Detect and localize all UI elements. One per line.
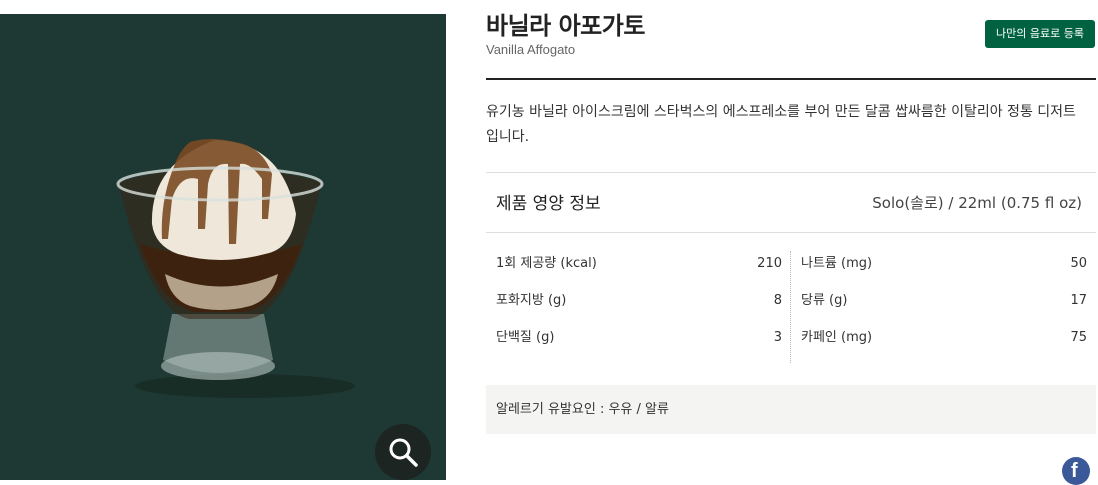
nutrition-label: 포화지방 (g) [496,293,567,308]
nutrition-value: 210 [757,256,782,271]
product-description: 유기농 바닐라 아이스크림에 스타벅스의 에스프레소를 부어 만든 달콤 쌉싸름… [486,104,1076,145]
product-title: 바닐라 아포가토 [486,12,645,40]
nutrition-label: 당류 (g) [801,293,848,308]
title-divider [486,78,1096,80]
nutrition-label: 나트륨 (mg) [801,256,873,271]
nutrition-row-sodium: 나트륨 (mg) 50 [801,245,1097,282]
nutrition-row-saturated-fat: 포화지방 (g) 8 [496,282,792,319]
nutrition-value: 75 [1070,330,1087,345]
nutrition-row-sugars: 당류 (g) 17 [801,282,1097,319]
product-image [0,14,446,480]
nutrition-label: 단백질 (g) [496,330,555,345]
nutrition-label: 1회 제공량 (kcal) [496,256,597,271]
nutrition-column-left: 1회 제공량 (kcal) 210 포화지방 (g) 8 단백질 (g) 3 [496,245,792,356]
nutrition-row-protein: 단백질 (g) 3 [496,319,792,356]
nutrition-row-caffeine: 카페인 (mg) 75 [801,319,1097,356]
nutrition-value: 50 [1070,256,1087,271]
allergy-info: 알레르기 유발요인 : 우유 / 알류 [486,385,1096,434]
serving-size: Solo(솔로) / 22ml (0.75 fl oz) [872,194,1082,212]
nutrition-label: 카페인 (mg) [801,330,873,345]
magnifier-icon [389,438,418,467]
allergy-text: 알레르기 유발요인 : 우유 / 알류 [496,402,669,417]
zoom-button[interactable] [375,424,431,480]
facebook-share-icon[interactable]: f [1062,457,1090,485]
nutrition-heading: 제품 영양 정보 [496,194,601,214]
affogato-icon [116,139,355,398]
description-divider [486,172,1096,173]
nutrition-value: 17 [1070,293,1087,308]
nutrition-table: 1회 제공량 (kcal) 210 포화지방 (g) 8 단백질 (g) 3 나… [486,245,1096,363]
column-divider [790,251,791,363]
nutrition-value: 3 [773,330,782,345]
nutrition-divider [486,232,1096,233]
nutrition-row-kcal: 1회 제공량 (kcal) 210 [496,245,792,282]
nutrition-column-right: 나트륨 (mg) 50 당류 (g) 17 카페인 (mg) 75 [801,245,1097,356]
nutrition-value: 8 [773,293,782,308]
product-subtitle: Vanilla Affogato [486,42,576,57]
add-favorite-drink-button[interactable]: 나만의 음료로 등록 [985,20,1095,48]
